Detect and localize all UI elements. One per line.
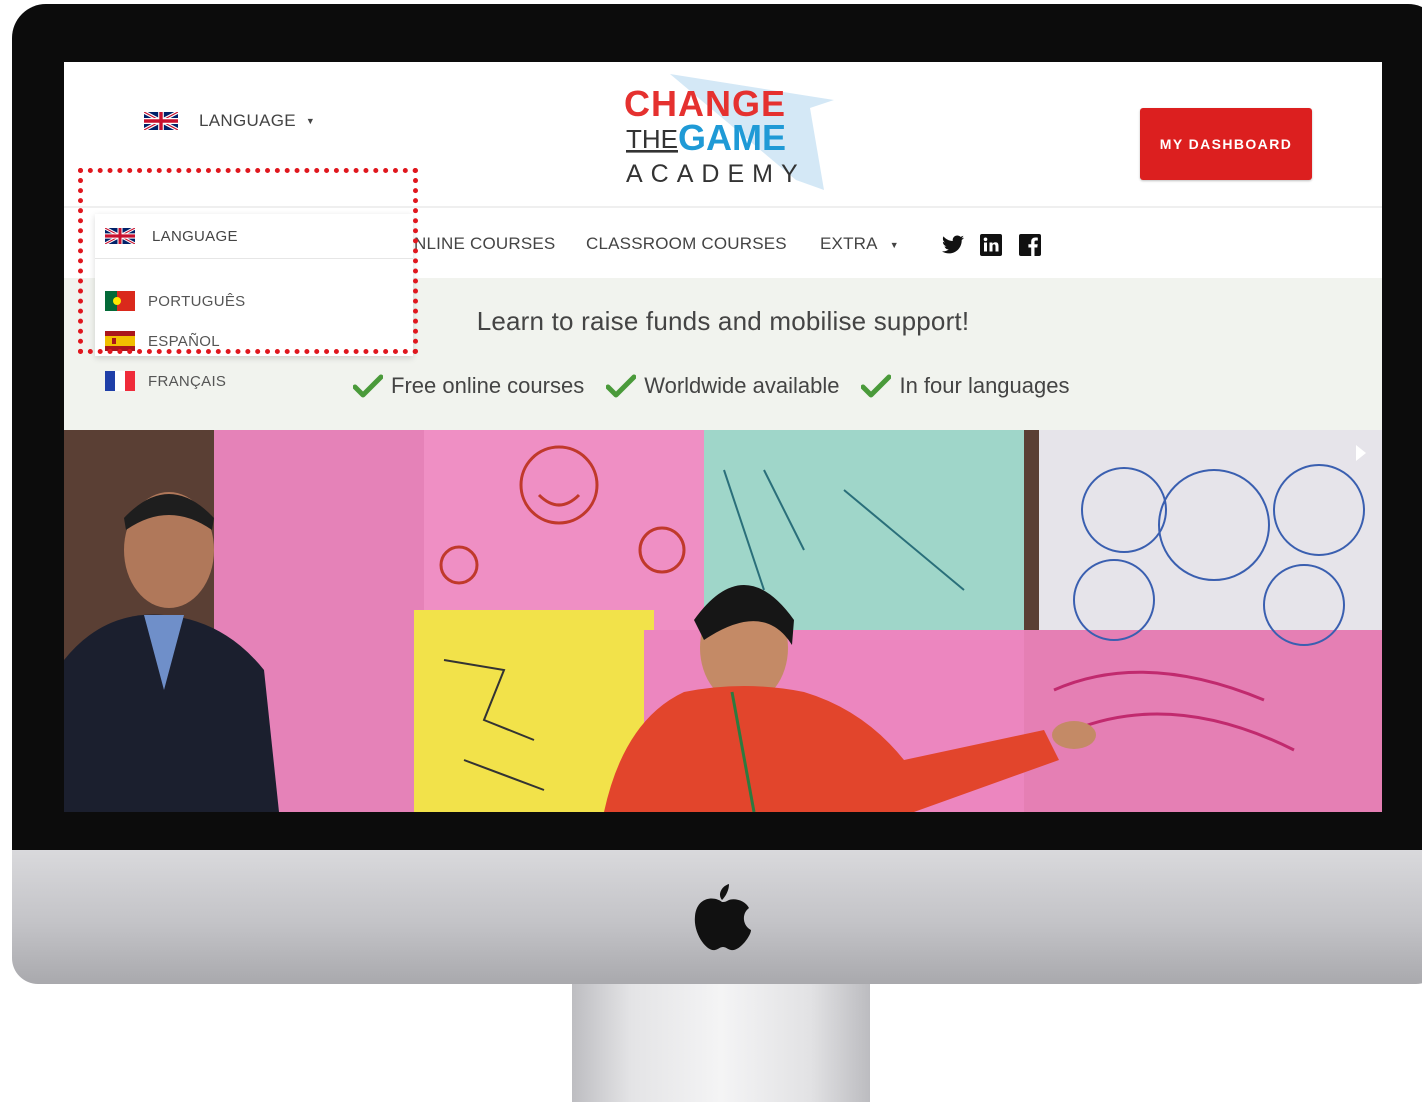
feature-text: Free online courses xyxy=(391,373,585,398)
hero-photo xyxy=(64,430,1382,812)
nav-extra[interactable]: EXTRA ▼ xyxy=(820,234,899,254)
feature-list: Free online courses Worldwide available … xyxy=(353,370,1092,402)
hero-photo-image xyxy=(64,430,1382,812)
caret-down-icon: ▼ xyxy=(305,116,315,126)
logo-line3: ACADEMY xyxy=(626,160,806,188)
checkmark-icon xyxy=(606,374,637,398)
feature-text: Worldwide available xyxy=(644,373,840,398)
language-option-label: PORTUGUÊS xyxy=(148,292,246,310)
language-dropdown-label: LANGUAGE xyxy=(152,227,238,245)
logo-line2b: GAME xyxy=(678,117,786,158)
language-label: LANGUAGE xyxy=(199,111,296,130)
browser-screen: LANGUAGE ▼ CHANGE THE GAME ACADEMY MY DA… xyxy=(64,62,1382,812)
monitor-stand xyxy=(572,984,870,1102)
feature-item: Worldwide available xyxy=(606,373,839,399)
carousel-next-icon[interactable] xyxy=(1354,444,1368,462)
logo-line2a: THE xyxy=(626,124,678,154)
feature-item: In four languages xyxy=(861,373,1070,399)
my-dashboard-button[interactable]: MY DASHBOARD xyxy=(1140,108,1312,180)
language-option-portugues[interactable]: PORTUGUÊS xyxy=(105,290,245,312)
nav-online-courses[interactable]: NLINE COURSES xyxy=(414,234,555,254)
apple-logo-icon xyxy=(694,884,751,951)
language-option-label: FRANÇAIS xyxy=(148,372,227,390)
uk-flag-icon xyxy=(105,228,135,244)
portugal-flag-icon xyxy=(105,291,135,311)
facebook-icon[interactable] xyxy=(1018,233,1042,257)
language-option-label: ESPAÑOL xyxy=(148,332,220,350)
language-option-francais[interactable]: FRANÇAIS xyxy=(105,370,226,392)
checkmark-icon xyxy=(353,374,383,398)
feature-item: Free online courses xyxy=(353,373,584,399)
nav-classroom-courses[interactable]: CLASSROOM COURSES xyxy=(586,234,787,254)
nav-extra-label: EXTRA xyxy=(820,234,877,253)
site-logo[interactable]: CHANGE THE GAME ACADEMY xyxy=(610,68,910,198)
france-flag-icon xyxy=(105,371,135,391)
twitter-icon[interactable] xyxy=(941,233,965,257)
linkedin-icon[interactable] xyxy=(979,233,1003,257)
caret-down-icon: ▼ xyxy=(889,239,899,250)
language-toggle[interactable]: LANGUAGE ▼ xyxy=(144,110,315,132)
uk-flag-icon xyxy=(144,112,178,130)
checkmark-icon xyxy=(861,374,892,398)
spain-flag-icon xyxy=(105,331,135,351)
language-dropdown-header[interactable]: LANGUAGE xyxy=(95,214,413,259)
feature-text: In four languages xyxy=(899,373,1070,398)
language-dropdown-menu: LANGUAGE PORTUGUÊS ESPAÑOL FRANÇAIS xyxy=(95,214,413,391)
language-option-espanol[interactable]: ESPAÑOL xyxy=(105,330,220,352)
